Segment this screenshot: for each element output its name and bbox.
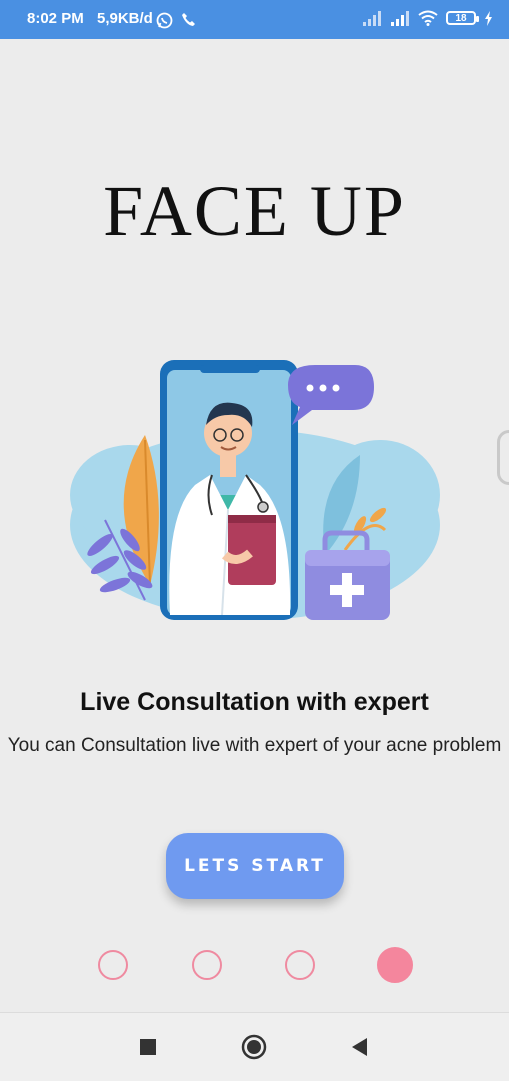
slide-title: Live Consultation with expert xyxy=(80,688,429,716)
doctor-consultation-illustration xyxy=(70,360,440,620)
page-dot-2[interactable] xyxy=(192,950,222,980)
charging-icon xyxy=(485,10,492,26)
lets-start-button[interactable]: LETS START xyxy=(166,833,344,899)
page-dot-1[interactable] xyxy=(98,950,128,980)
page-indicator xyxy=(0,947,509,986)
home-icon[interactable] xyxy=(240,1033,268,1061)
page-dot-3[interactable] xyxy=(285,950,315,980)
notification-icons xyxy=(156,12,196,29)
slide-description: You can Consultation live with expert of… xyxy=(7,735,502,756)
whatsapp-icon xyxy=(156,12,173,29)
back-icon[interactable] xyxy=(346,1033,374,1061)
system-icons: 18 xyxy=(362,10,493,26)
signal-icon xyxy=(391,10,409,26)
page-dot-4-active[interactable] xyxy=(377,947,413,983)
status-time: 8:02 PM xyxy=(27,10,84,27)
edge-handle[interactable] xyxy=(497,430,509,485)
recent-apps-icon[interactable] xyxy=(134,1033,162,1061)
app-title: FACE UP xyxy=(103,171,406,251)
status-bar: 8:02 PM 5,9KB/d 18 xyxy=(0,0,509,39)
network-speed: 5,9KB/d xyxy=(97,10,153,27)
phone-icon xyxy=(182,13,195,26)
signal-icon xyxy=(363,10,381,26)
battery-icon: 18 xyxy=(446,11,479,25)
wifi-icon xyxy=(418,10,438,26)
navigation-bar xyxy=(0,1012,509,1081)
battery-level: 18 xyxy=(455,12,467,24)
